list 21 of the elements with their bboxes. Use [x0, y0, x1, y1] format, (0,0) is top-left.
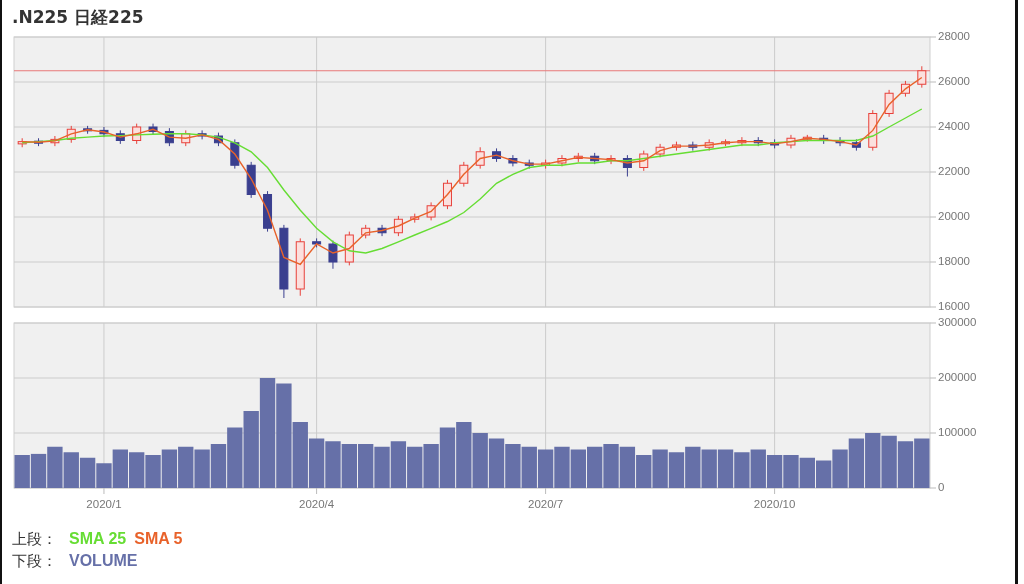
axis-label: 18000 [938, 255, 970, 268]
axis-label: 300000 [938, 316, 977, 329]
axis-label: 26000 [938, 75, 970, 88]
axis-label: 2020/7 [528, 498, 564, 510]
axis-label: 200000 [938, 371, 977, 384]
legend-item: SMA 25 [69, 530, 127, 548]
legend-label: 上段： [12, 530, 57, 549]
axis-label: 20000 [938, 210, 970, 223]
chart-title: .N225 日経225 [11, 6, 145, 29]
axis-label: 28000 [938, 30, 970, 43]
axis-label: 100000 [938, 426, 977, 439]
axis-label: 24000 [938, 120, 970, 133]
axis-label: 2020/1 [86, 498, 122, 510]
legend-item: VOLUME [69, 552, 138, 570]
axis-label: 22000 [938, 165, 970, 178]
axis-label: 2020/10 [753, 498, 796, 510]
legend-label: 下段： [12, 552, 57, 571]
axis-label: 0 [938, 481, 945, 494]
axis-label: 16000 [938, 300, 970, 312]
legend-item: SMA 5 [134, 530, 183, 548]
axis-label: 2020/4 [299, 498, 335, 510]
